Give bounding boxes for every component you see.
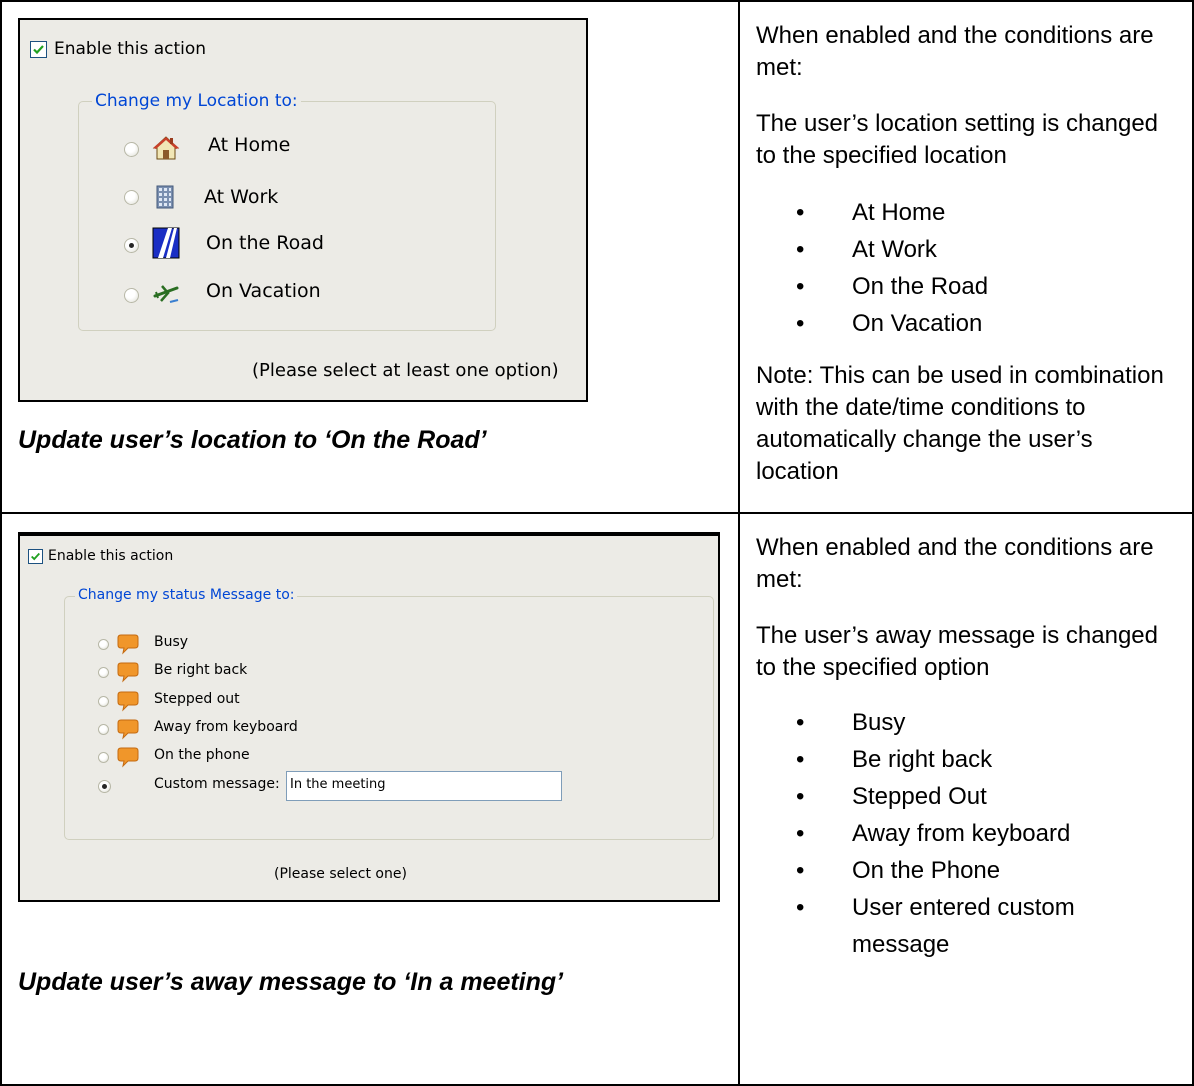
list-item: Stepped Out bbox=[796, 778, 1092, 815]
list-item: On the Phone bbox=[796, 852, 1092, 889]
option-label-away-from-keyboard: Away from keyboard bbox=[154, 719, 298, 735]
table-row-status-message: When enabled and the conditions are met:… bbox=[0, 514, 1194, 1086]
enable-action-checkbox[interactable] bbox=[28, 549, 43, 564]
radio-away-from-keyboard[interactable] bbox=[98, 724, 109, 735]
list-item: Be right back bbox=[796, 741, 1092, 778]
description-note: Note: This can be used in combination wi… bbox=[756, 362, 1164, 485]
option-label-stepped-out: Stepped out bbox=[154, 691, 240, 707]
option-label-on-the-road: On the Road bbox=[206, 232, 324, 254]
check-icon bbox=[33, 45, 44, 55]
speech-bubble-icon bbox=[117, 691, 139, 712]
enable-action-label: Enable this action bbox=[54, 39, 207, 59]
description-intro: When enabled and the conditions are met: bbox=[756, 22, 1154, 81]
option-label-be-right-back: Be right back bbox=[154, 662, 248, 678]
list-item: Busy bbox=[796, 704, 1092, 741]
road-icon bbox=[152, 227, 180, 259]
status-group-box bbox=[64, 596, 714, 840]
location-action-dialog: Enable this action Change my Location to… bbox=[18, 18, 588, 402]
enable-action-label: Enable this action bbox=[48, 548, 174, 564]
selection-hint: (Please select at least one option) bbox=[252, 360, 559, 381]
radio-at-work[interactable] bbox=[124, 190, 139, 205]
description-detail: The user’s location setting is changed t… bbox=[756, 110, 1159, 169]
radio-stepped-out[interactable] bbox=[98, 696, 109, 707]
enable-action-checkbox[interactable] bbox=[30, 41, 47, 58]
location-group-title: Change my Location to: bbox=[92, 91, 301, 111]
selection-hint: (Please select one) bbox=[274, 866, 407, 882]
radio-custom-message[interactable] bbox=[98, 780, 111, 793]
list-item: User entered custom message bbox=[796, 889, 1092, 963]
table-row-location: When enabled and the conditions are met:… bbox=[0, 0, 1194, 514]
option-label-on-vacation: On Vacation bbox=[206, 280, 321, 302]
list-item: On the Road bbox=[796, 268, 988, 305]
status-group-title: Change my status Message to: bbox=[75, 587, 298, 603]
radio-busy[interactable] bbox=[98, 639, 109, 650]
radio-on-vacation[interactable] bbox=[124, 288, 139, 303]
description-intro: When enabled and the conditions are met: bbox=[756, 534, 1154, 593]
figure-caption: Update user’s away message to ‘In a meet… bbox=[18, 968, 564, 996]
location-bullet-list: At Home At Work On the Road On Vacation bbox=[796, 194, 988, 342]
speech-bubble-icon bbox=[117, 634, 139, 655]
description-cell: When enabled and the conditions are met:… bbox=[738, 0, 1194, 514]
radio-at-home[interactable] bbox=[124, 142, 139, 157]
building-icon bbox=[156, 185, 174, 209]
speech-bubble-icon bbox=[117, 747, 139, 768]
airplane-icon bbox=[153, 285, 179, 303]
status-action-dialog: Enable this action Change my status Mess… bbox=[18, 532, 720, 902]
house-icon bbox=[152, 136, 180, 160]
list-item: On Vacation bbox=[796, 305, 988, 342]
custom-message-label: Custom message: bbox=[154, 776, 280, 792]
custom-message-input[interactable]: In the meeting bbox=[286, 771, 562, 801]
option-label-at-home: At Home bbox=[208, 134, 291, 156]
description-detail: The user’s away message is changed to th… bbox=[756, 622, 1158, 681]
option-label-busy: Busy bbox=[154, 634, 189, 650]
option-label-at-work: At Work bbox=[204, 186, 279, 208]
list-item: At Work bbox=[796, 231, 988, 268]
description-cell: When enabled and the conditions are met:… bbox=[738, 514, 1194, 1086]
radio-on-the-road[interactable] bbox=[124, 238, 139, 253]
check-icon bbox=[31, 552, 40, 561]
radio-be-right-back[interactable] bbox=[98, 667, 109, 678]
option-label-on-the-phone: On the phone bbox=[154, 747, 250, 763]
speech-bubble-icon bbox=[117, 662, 139, 683]
document-table: When enabled and the conditions are met:… bbox=[0, 0, 1194, 1086]
radio-on-the-phone[interactable] bbox=[98, 752, 109, 763]
status-bullet-list: Busy Be right back Stepped Out Away from… bbox=[796, 704, 1092, 963]
speech-bubble-icon bbox=[117, 719, 139, 740]
list-item: At Home bbox=[796, 194, 988, 231]
figure-caption: Update user’s location to ‘On the Road’ bbox=[18, 426, 487, 454]
list-item: Away from keyboard bbox=[796, 815, 1092, 852]
